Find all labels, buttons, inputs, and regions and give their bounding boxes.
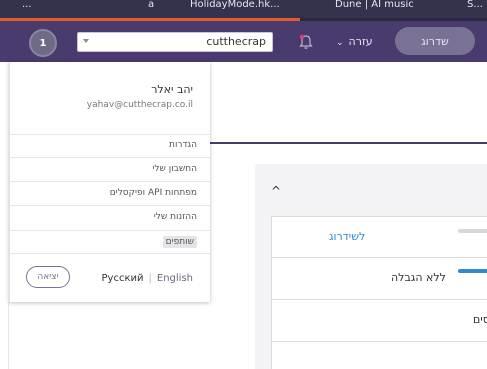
plan-card [271,257,487,300]
plan-card [271,341,487,369]
user-name: יהב יאלר [151,83,193,96]
menu-item-api-keys[interactable]: מפתחות API ופיקסלים [110,188,197,198]
divider [10,205,211,206]
divider [10,253,211,254]
logout-button[interactable]: יציאה [26,266,70,288]
bookmarks-bar: ... a HolidayMode.hk... Dune | AI music … [0,0,487,18]
bookmark-item[interactable]: S... [467,0,483,14]
bookmark-item[interactable]: HolidayMode.hk... [190,0,280,14]
divider [10,181,211,182]
divider [10,157,211,158]
menu-item-settings[interactable]: הגדרות [169,140,197,150]
user-avatar[interactable]: 1 [29,29,57,57]
search-value: cutthecrap [206,35,266,48]
plan-label: סים [473,313,487,326]
upgrade-button[interactable]: שדרוג [395,27,475,55]
usage-bar [458,229,487,233]
lang-english[interactable]: English [157,273,193,284]
user-dropdown-menu: יהב יאלר yahav@cutthecrap.co.il הגדרות ה… [9,62,211,302]
plan-card [271,299,487,342]
unlimited-label: ללא הגבלה [391,271,446,284]
divider [8,302,9,369]
search-select[interactable]: cutthecrap [77,32,273,52]
notification-bell-icon[interactable] [297,33,315,51]
language-switcher: Русский | English [102,273,193,284]
menu-item-my-feeds[interactable]: ההזנות שלי [154,212,197,222]
divider [10,134,211,135]
menu-item-my-account[interactable]: החשבון שלי [152,164,197,174]
upgrade-link[interactable]: לשידרוג [329,230,365,243]
usage-bar [458,269,487,273]
chevron-down-icon [83,39,89,43]
chevron-up-icon[interactable]: ^ [271,184,281,198]
divider [10,230,211,231]
help-label: עזרה [348,35,373,48]
menu-item-partners[interactable]: שותפים [162,236,197,248]
chevron-down-icon: ⌄ [336,38,344,48]
section-divider [209,142,487,144]
divider: | [148,273,152,284]
bookmark-item[interactable]: ... [22,0,32,14]
help-menu[interactable]: עזרה ⌄ [336,33,373,51]
bookmark-item[interactable]: a [148,0,154,14]
plan-card [271,216,487,258]
user-email: yahav@cutthecrap.co.il [86,100,193,110]
lang-russian[interactable]: Русский [102,273,144,284]
app-window: ... a HolidayMode.hk... Dune | AI music … [0,0,487,369]
top-navbar: 1 cutthecrap עזרה ⌄ שדרוג [0,21,487,62]
bookmark-item[interactable]: Dune | AI music [335,0,414,14]
